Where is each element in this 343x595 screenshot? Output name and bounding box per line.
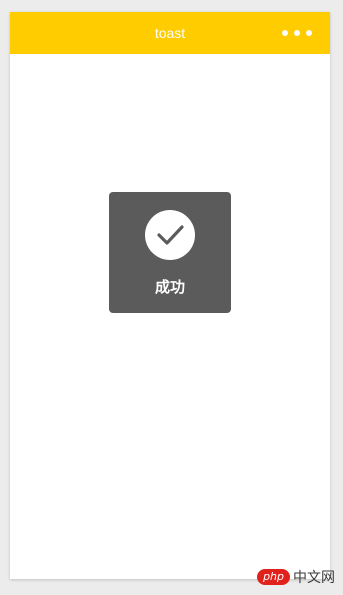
watermark-text: 中文网 [293, 570, 335, 586]
more-dot-icon [294, 30, 300, 36]
phone-screen: toast 成功 [10, 12, 330, 579]
watermark-logo: php [257, 569, 290, 585]
success-icon [145, 210, 195, 260]
more-dot-icon [306, 30, 312, 36]
toast-message: 成功 [154, 278, 185, 296]
toast-popup: 成功 [109, 192, 231, 313]
more-menu-button[interactable] [282, 12, 312, 54]
more-dot-icon [282, 30, 288, 36]
checkmark-icon [157, 225, 184, 245]
site-watermark: php 中文网 [257, 567, 335, 587]
navigation-bar: toast [10, 12, 330, 54]
